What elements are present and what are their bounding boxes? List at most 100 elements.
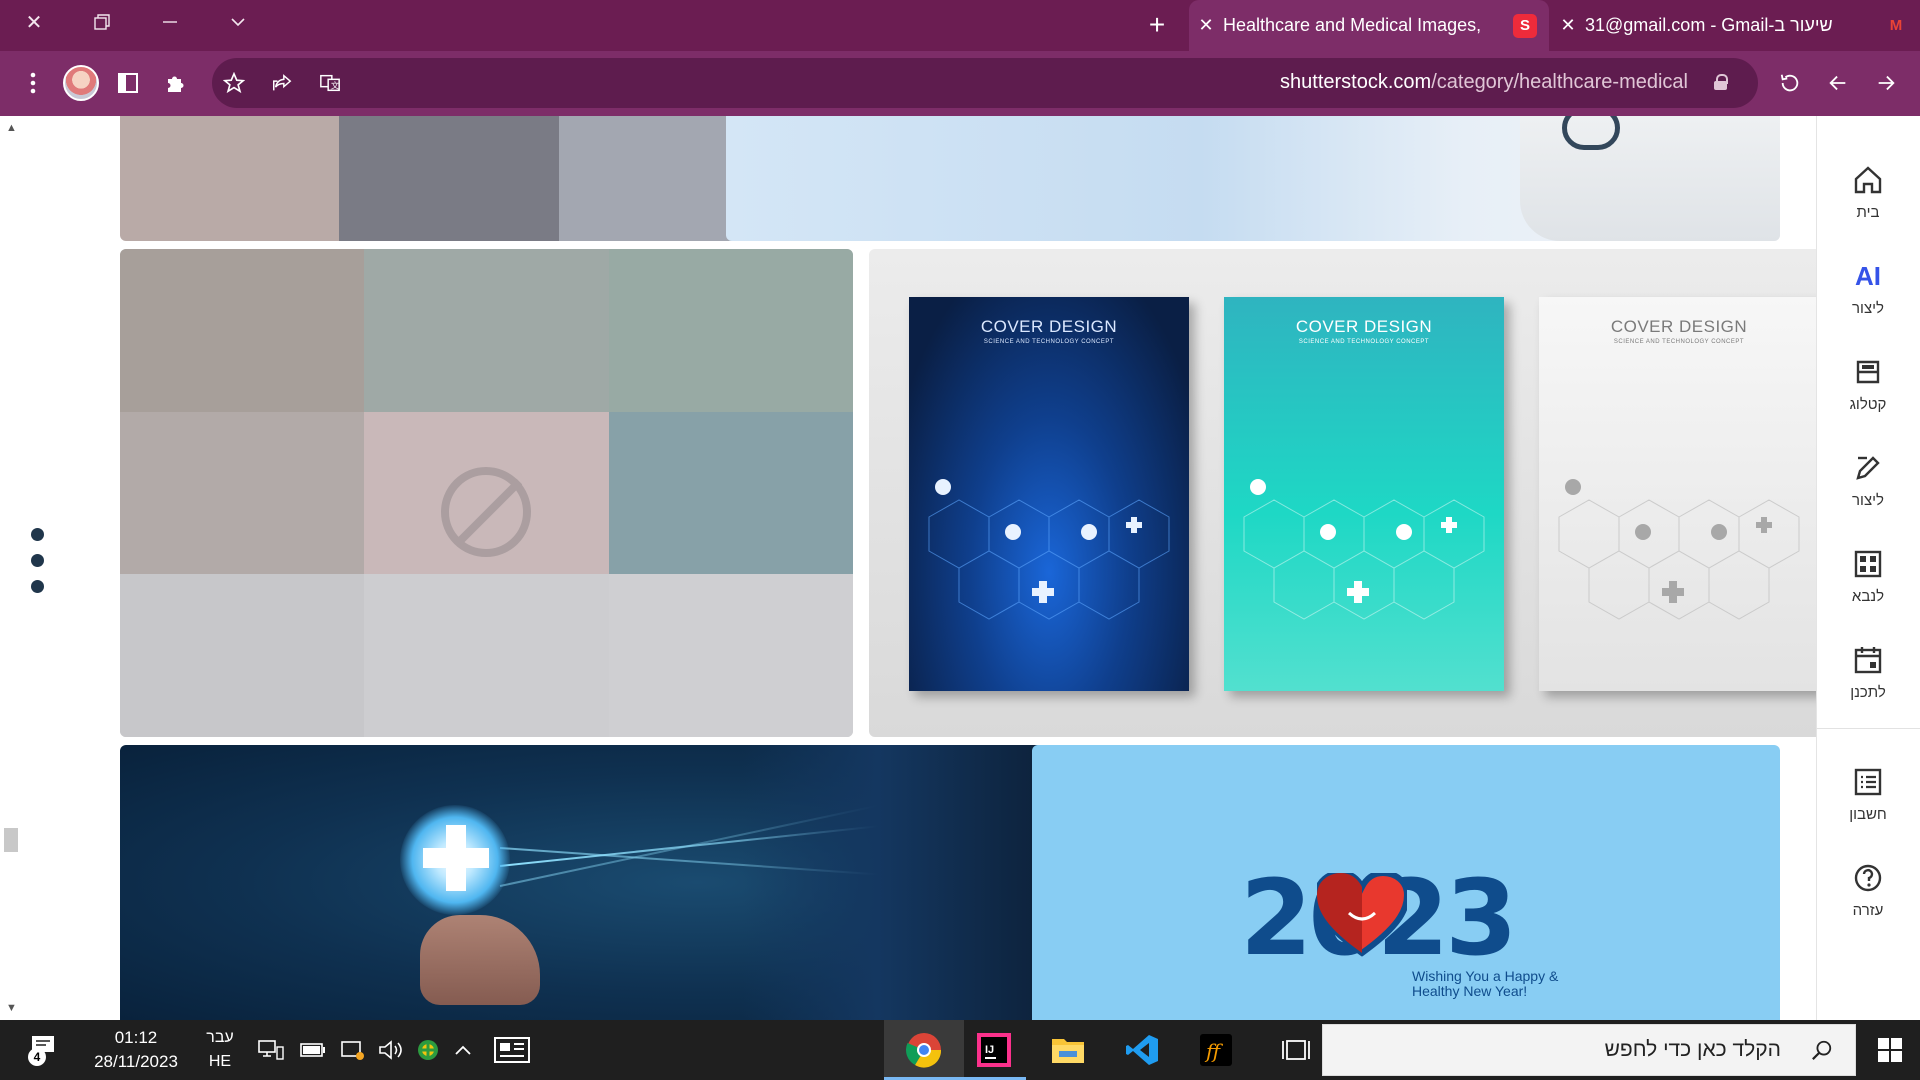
share-icon (273, 74, 292, 91)
vpn-shield-icon[interactable] (340, 1038, 366, 1062)
more-options-button[interactable] (31, 528, 45, 606)
greeting-line: Healthy New Year! (1412, 983, 1528, 999)
translate-icon: 文 (320, 74, 340, 92)
tab-shutterstock[interactable]: ✕ Healthcare and Medical Images, S (1189, 0, 1549, 51)
search-placeholder: הקלד כאן כדי לחפש (1604, 1038, 1781, 1061)
window-minimize-button[interactable] (136, 0, 204, 44)
image-tile-medical-tech[interactable] (120, 745, 1082, 1020)
clock[interactable]: 01:12 28/11/2023 (86, 1026, 186, 1074)
image-tile-placeholder-top[interactable] (120, 116, 778, 241)
cover-subtitle: SCIENCE AND TECHNOLOGY CONCEPT (1613, 339, 1745, 345)
search-icon (1812, 1040, 1832, 1060)
taskbar-task-view[interactable] (1264, 1020, 1328, 1080)
sidebar: בית AI ליצור קטלוג ליצור לנבא לתכנן חשבו… (1816, 116, 1920, 1020)
sidebar-item-label: קטלוג (1849, 396, 1887, 413)
volume-icon[interactable] (378, 1039, 404, 1061)
sidebar-item-account[interactable]: חשבון (1816, 758, 1920, 838)
battery-icon[interactable] (300, 1043, 326, 1057)
clock-time: 01:12 (114, 1028, 158, 1047)
tab-close-icon[interactable]: ✕ (1189, 15, 1223, 36)
url-path: /category/healthcare-medical (1431, 71, 1688, 93)
dot (31, 528, 44, 541)
news-widget-button[interactable] (480, 1020, 544, 1080)
sidebar-item-catalog[interactable]: קטלוג (1816, 348, 1920, 428)
system-tray (250, 1020, 480, 1080)
mosaic-cell (120, 116, 340, 241)
browser-menu-button[interactable] (15, 65, 51, 101)
sidebar-item-ai-create[interactable]: AI ליצור (1816, 252, 1920, 332)
help-icon (1850, 860, 1886, 896)
intellij-icon: IJ (977, 1033, 1011, 1067)
notification-count-badge: 4 (28, 1048, 46, 1066)
businessman-suit (742, 745, 1082, 1020)
file-explorer-icon (1052, 1039, 1084, 1063)
taskbar-file-explorer[interactable] (1036, 1020, 1100, 1080)
taskbar-vscode[interactable] (1110, 1020, 1174, 1080)
side-panel-button[interactable] (110, 65, 146, 101)
sidebar-item-label: עזרה (1852, 902, 1884, 919)
language-code: HE (208, 1053, 232, 1070)
window-close-button[interactable]: ✕ (0, 0, 68, 44)
tab-gmail[interactable]: ✕ 31@gmail.com - Gmail-שיעור ב M (1551, 0, 1920, 51)
image-tile-cover-designs[interactable]: COVER DESIGN SCIENCE AND TECHNOLOGY CONC… (869, 249, 1846, 737)
chevron-down-icon (231, 18, 245, 27)
translate-button[interactable]: 文 (312, 65, 348, 101)
star-icon (223, 72, 245, 94)
profile-avatar[interactable] (63, 65, 99, 101)
sidebar-item-plan[interactable]: לתכנן (1816, 636, 1920, 716)
sidebar-item-create[interactable]: ליצור (1816, 444, 1920, 524)
chrome-icon (905, 1033, 942, 1068)
new-tab-button[interactable]: + (1140, 8, 1174, 42)
scroll-up-icon[interactable]: ▲ (6, 122, 17, 134)
start-button[interactable] (1860, 1020, 1920, 1080)
share-button[interactable] (264, 65, 300, 101)
reload-button[interactable] (1772, 65, 1808, 101)
mosaic-cell (339, 116, 559, 241)
netfree-icon[interactable] (416, 1038, 440, 1062)
language-indicator[interactable]: עבר HE (200, 1026, 240, 1074)
taskbar: 4 01:12 28/11/2023 עבר HE IJ ff הקלד כאן… (0, 1020, 1920, 1080)
greeting-text: Wishing You a Happy & Healthy New Year! (1412, 969, 1558, 999)
image-tile-new-year-2023[interactable]: 2023 Wishing You a Happy & Healthy New Y… (1032, 745, 1780, 1020)
minimize-icon (163, 21, 177, 23)
image-tile-unavailable[interactable] (120, 249, 853, 737)
svg-text:IJ: IJ (985, 1044, 994, 1056)
reload-icon (1780, 74, 1799, 92)
puzzle-icon (168, 76, 184, 92)
ai-sparkle-icon: AI (1850, 258, 1886, 294)
back-button[interactable] (1820, 65, 1856, 101)
scroll-down-icon[interactable]: ▼ (6, 1002, 17, 1014)
unavailable-icon (441, 467, 531, 557)
heart-icon (1317, 873, 1407, 957)
image-tile-doctor[interactable] (726, 116, 1780, 241)
lock-icon[interactable] (1714, 74, 1728, 90)
url-host: shutterstock.com (1280, 71, 1432, 93)
doctor-coat (1520, 116, 1780, 241)
taskbar-intellij[interactable]: IJ (962, 1020, 1026, 1080)
taskbar-search-box[interactable]: הקלד כאן כדי לחפש (1322, 1024, 1856, 1076)
network-icon[interactable] (258, 1039, 284, 1061)
medical-hex-pattern (928, 479, 1170, 620)
address-bar[interactable]: 文 shutterstock.com/category/healthcare-m… (212, 58, 1758, 108)
sidebar-item-help[interactable]: עזרה (1816, 854, 1920, 934)
chevron-up-icon[interactable] (454, 1044, 472, 1056)
bookmark-star-button[interactable] (216, 65, 252, 101)
taskbar-chrome[interactable] (884, 1020, 964, 1080)
taskbar-filezilla[interactable]: ff (1184, 1020, 1248, 1080)
edit-icon (1850, 450, 1886, 486)
action-center-button[interactable]: 4 (28, 1034, 58, 1066)
kebab-menu-icon (30, 72, 36, 94)
tab-close-icon[interactable]: ✕ (1551, 15, 1585, 36)
forward-button[interactable] (1868, 65, 1904, 101)
filezilla-icon: ff (1200, 1034, 1232, 1066)
sidebar-item-predict[interactable]: לנבא (1816, 540, 1920, 620)
scrollbar-thumb[interactable] (4, 828, 18, 852)
task-view-icon (1282, 1040, 1310, 1060)
extensions-button[interactable] (158, 65, 194, 101)
sidebar-divider (1816, 728, 1920, 729)
tab-search-button[interactable] (204, 0, 272, 44)
sidebar-item-home[interactable]: בית (1816, 156, 1920, 236)
tab-title: 31@gmail.com - Gmail-שיעור ב (1585, 15, 1833, 35)
window-restore-button[interactable] (68, 0, 136, 44)
page-scrollbar[interactable]: ▲ ▼ (0, 116, 22, 1020)
